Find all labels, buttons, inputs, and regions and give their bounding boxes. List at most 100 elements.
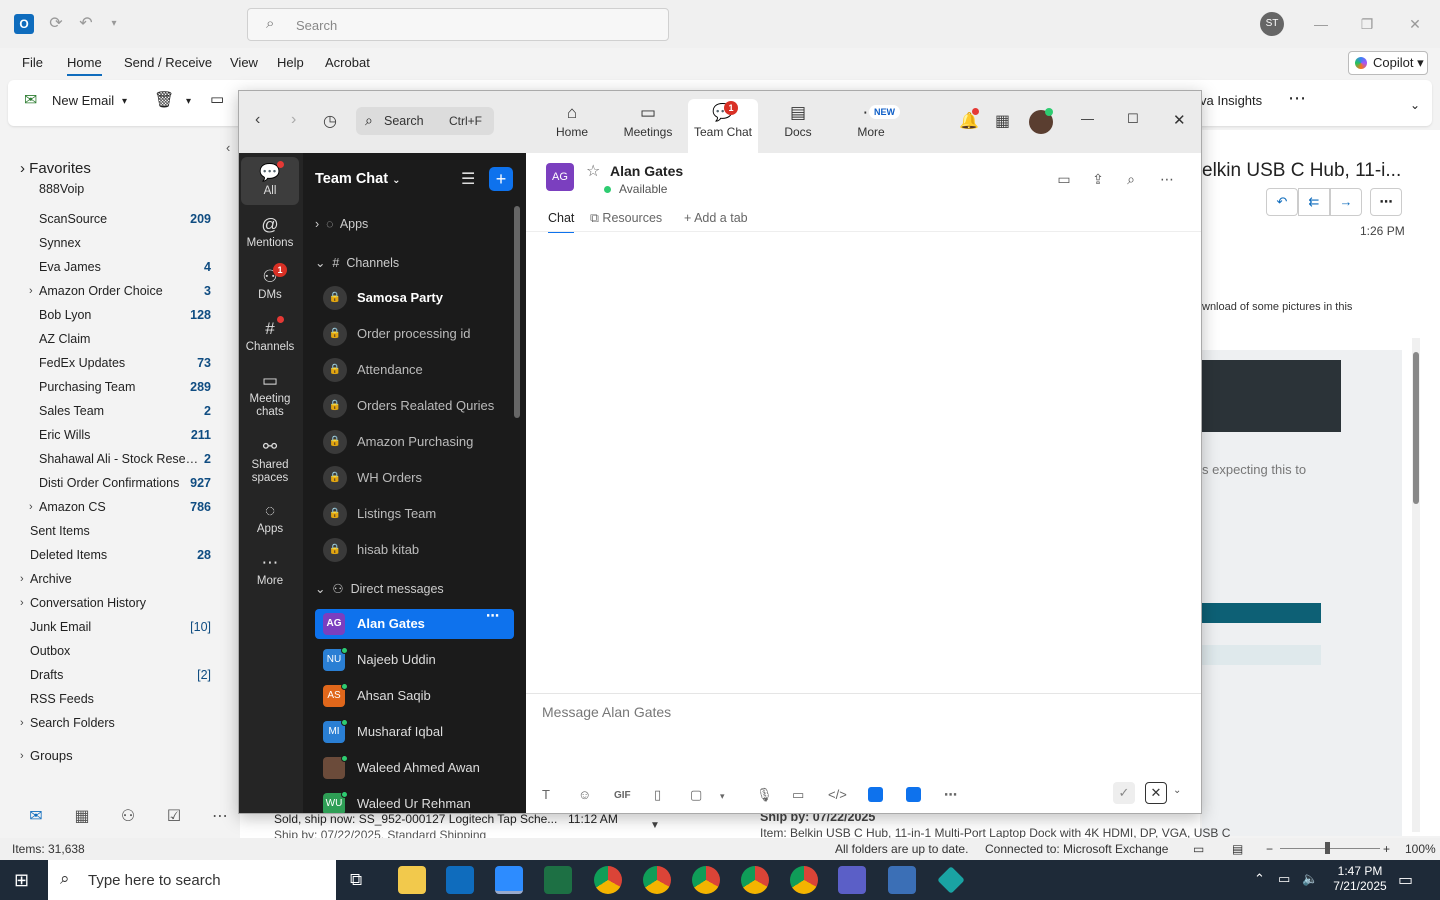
share-screen-icon[interactable]: ⇪ [1087,171,1109,189]
channel-item[interactable]: 🔒 Samosa Party [323,281,513,315]
sidebar-title[interactable]: Team Chat ⌄ [315,171,400,187]
taskbar-clock[interactable]: 1:47 PM 7/21/2025 [1322,864,1398,894]
history-icon[interactable]: ◷ [323,111,337,131]
folder-item[interactable]: RSS Feeds [0,688,215,710]
volume-icon[interactable]: 🔈 [1302,871,1318,887]
rail-more[interactable]: ⋯ More [241,551,299,587]
tab-resources[interactable]: ⧉ Resources [590,211,662,226]
list-item-title[interactable]: Sold, ship now: SS_952-000127 Logitech T… [274,812,557,826]
close-icon[interactable]: ✕ [1173,111,1186,129]
channel-item[interactable]: 🔒 Attendance [323,353,513,387]
tray-chevron-icon[interactable]: ⌃ [1254,871,1265,887]
screenshot-dropdown-icon[interactable]: ▾ [720,791,725,802]
excel-taskbar-icon[interactable] [544,866,572,894]
cancel-icon[interactable]: ✕ [1145,782,1167,804]
emoji-icon[interactable]: ☺ [578,787,591,802]
dm-item[interactable]: AG Alan Gates [315,609,514,639]
sync-icon[interactable]: ⟳ [46,14,66,34]
rail-apps[interactable]: ◌ Apps [241,499,299,535]
user-avatar[interactable]: ST [1260,12,1284,36]
chevron-right-icon[interactable]: › [20,712,24,734]
windows-start-icon[interactable]: ⊞ [14,870,29,891]
menu-acrobat[interactable]: Acrobat [325,55,370,70]
folder-item[interactable]: › Amazon CS 786 [0,496,215,518]
file-icon[interactable]: ▯ [654,787,661,803]
channel-item[interactable]: 🔒 Order processing id [323,317,513,351]
zoom-slider[interactable] [1280,848,1380,849]
reading-scrollbar[interactable] [1412,338,1420,832]
folder-item[interactable]: FedEx Updates 73 [0,352,215,374]
zoom-slider-thumb[interactable] [1325,842,1330,854]
zoom-in-icon[interactable]: + [1383,842,1390,856]
folder-item[interactable]: AZ Claim [0,328,215,350]
chrome-icon[interactable] [643,866,671,894]
chrome-icon[interactable] [790,866,818,894]
format-text-icon[interactable]: T [542,787,550,802]
chrome-icon[interactable] [741,866,769,894]
app-integration-icon[interactable] [868,787,883,802]
screenshot-icon[interactable]: ▢ [690,787,702,803]
new-email-button[interactable]: New Email [52,93,114,108]
channels-section[interactable]: ⌄ # Channels [315,255,399,270]
chat-avatar[interactable]: AG [546,163,574,191]
favorites-header[interactable]: › Favorites [20,160,91,177]
normal-view-icon[interactable]: ▭ [1193,842,1204,856]
calendar-icon[interactable]: ▦ [70,806,94,826]
folder-item[interactable]: Synnex [0,232,215,254]
filter-icon[interactable]: ☰ [461,169,475,189]
tab-docs[interactable]: ▤ Docs [763,99,833,153]
chrome-icon[interactable] [692,866,720,894]
rail-channels[interactable]: # Channels [241,317,299,353]
folder-item[interactable]: Junk Email [10] [0,616,215,638]
folder-item[interactable]: Eric Wills 211 [0,424,215,446]
video-call-icon[interactable]: ▭ [1053,171,1075,189]
star-icon[interactable]: ☆ [586,161,600,181]
search-icon[interactable]: ⌕ [1120,171,1142,189]
delete-dropdown-icon[interactable]: ▾ [186,96,191,107]
channel-item[interactable]: 🔒 Listings Team [323,497,513,531]
network-icon[interactable]: ▭ [1278,871,1290,887]
groups-header[interactable]: › Groups [0,745,215,767]
tab-meetings[interactable]: ▭ Meetings [613,99,683,153]
viva-insights-button[interactable]: va Insights [1200,93,1262,108]
send-options-icon[interactable]: ⌄ [1173,785,1181,796]
collapse-pane-icon[interactable]: ‹ [226,140,230,155]
folder-item[interactable]: › Archive [0,568,215,590]
folder-item[interactable]: Sent Items [0,520,215,542]
menu-view[interactable]: View [230,55,258,70]
folder-item[interactable]: Outbox [0,640,215,662]
file-explorer-icon[interactable] [398,866,426,894]
teams-taskbar-icon[interactable] [838,866,866,894]
chrome-icon[interactable] [594,866,622,894]
chevron-right-icon[interactable]: › [29,280,33,302]
menu-send-receive[interactable]: Send / Receive [124,55,212,70]
more-tools-icon[interactable]: ⋯ [944,787,957,803]
ribbon-more-icon[interactable]: ⋯ [1288,88,1306,109]
scroll-thumb[interactable] [1413,352,1419,504]
copilot-button[interactable]: Copilot ▾ [1348,51,1428,75]
menu-help[interactable]: Help [277,55,304,70]
zoom-search[interactable]: ⌕ Search Ctrl+F [356,107,494,135]
mail-icon[interactable]: ✉ [24,806,48,826]
folder-item[interactable]: › Conversation History [0,592,215,614]
rail-mentions[interactable]: @ Mentions [241,213,299,249]
gif-icon[interactable]: GIF [614,790,631,801]
new-email-dropdown-icon[interactable]: ▾ [122,96,127,107]
chevron-right-icon[interactable]: › [29,496,33,518]
taskbar-search[interactable]: ⌕ Type here to search [48,860,336,900]
people-icon[interactable]: ⚇ [116,806,140,826]
folder-item[interactable]: Deleted Items 28 [0,544,215,566]
quick-access-icon[interactable]: ▾ [104,14,124,34]
dm-item[interactable]: NU Najeeb Uddin [315,645,514,675]
folder-item[interactable]: Drafts [2] [0,664,215,686]
reply-icon[interactable]: ↶ [1266,188,1298,216]
chat-contact-name[interactable]: Alan Gates [610,163,683,179]
outlook-search-input[interactable]: ⌕ Search [247,8,669,41]
minimize-icon[interactable]: — [1306,12,1336,36]
tasks-icon[interactable]: ☑ [162,806,186,826]
direct-messages-section[interactable]: ⌄ ⚇ Direct messages [315,581,444,596]
tab-chat[interactable]: Chat [548,211,575,233]
forward-icon[interactable]: → [1330,188,1362,216]
rail-shared-spaces[interactable]: ⚯ Shared spaces [241,435,299,485]
microphone-icon[interactable]: 🎙 [756,787,773,803]
